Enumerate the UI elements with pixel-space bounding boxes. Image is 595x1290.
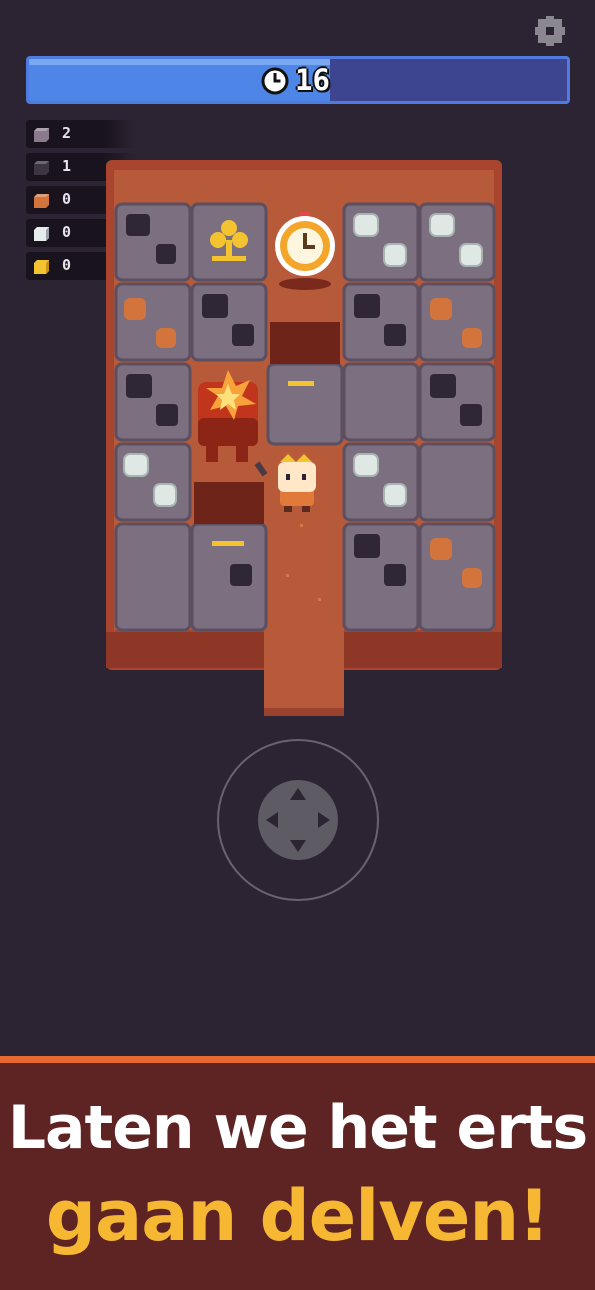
timer-bar-empty [330, 59, 567, 101]
settings-gear-button[interactable] [533, 14, 567, 48]
coal-ore [126, 214, 150, 236]
virtual-joystick[interactable] [216, 738, 380, 902]
copper-ore [430, 298, 452, 320]
silver-ore [123, 453, 149, 477]
floor-speck [286, 574, 289, 577]
timer-value: 16 [295, 63, 330, 97]
coal-ore [156, 404, 178, 426]
resource-row-stone: 2 [26, 120, 136, 148]
floor-speck [300, 524, 303, 527]
copper-ore [430, 538, 452, 560]
crack-mark [288, 381, 314, 386]
coal-ore [126, 374, 152, 398]
copper-ore [124, 298, 146, 320]
silver-ore [429, 213, 455, 237]
dug-pit [194, 482, 264, 524]
coal-ore [156, 244, 176, 264]
coal-ore [230, 564, 252, 586]
stone-ore-icon [34, 128, 49, 142]
mine-exit-edge [264, 708, 344, 716]
mine-exit-path [264, 630, 344, 716]
rock-block [114, 522, 192, 632]
coal-ore [202, 294, 228, 318]
floor-speck [318, 598, 321, 601]
resource-count-stone: 2 [62, 124, 72, 142]
banner-headline-line1: Laten we het erts [7, 1093, 588, 1163]
dug-pit [270, 322, 340, 364]
silver-ore [459, 243, 483, 267]
rock-block [266, 362, 344, 446]
gear-icon [535, 16, 565, 46]
joystick-graphic [217, 739, 379, 901]
coal-ore [354, 294, 380, 318]
rock-block [342, 362, 420, 442]
rock-block [190, 522, 268, 632]
rock-block [418, 522, 496, 632]
timer-bar: 16 [26, 56, 570, 104]
silver-ore [353, 213, 379, 237]
coal-ore [384, 564, 406, 586]
silver-ore [383, 483, 407, 507]
coal-ore [430, 374, 456, 398]
silver-ore [353, 453, 379, 477]
coal-ore [384, 324, 406, 346]
copper-ore [462, 568, 482, 588]
silver-ore [153, 483, 177, 507]
mine-board [106, 160, 502, 716]
copper-ore [462, 328, 482, 348]
clock-icon [261, 67, 289, 95]
coal-ore [232, 324, 254, 346]
silver-ore [383, 243, 407, 267]
copper-ore [156, 328, 176, 348]
coal-ore [460, 404, 482, 426]
crack-mark [212, 541, 244, 546]
banner-headline-line2: gaan delven! [45, 1175, 550, 1257]
rock-block [418, 282, 496, 362]
rock-block [114, 282, 192, 362]
rock-block [418, 442, 496, 522]
promo-banner: Laten we het erts gaan delven! [0, 1056, 595, 1290]
coal-ore [354, 534, 380, 558]
